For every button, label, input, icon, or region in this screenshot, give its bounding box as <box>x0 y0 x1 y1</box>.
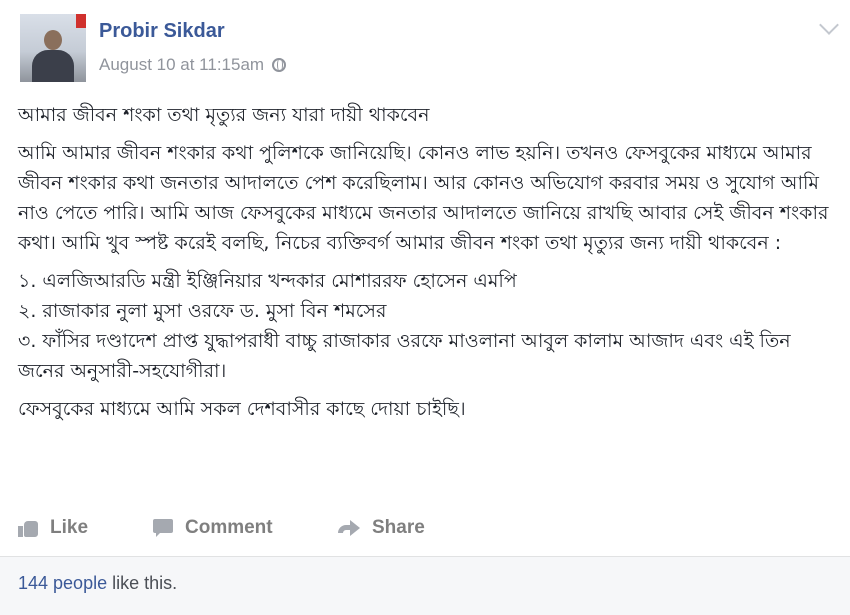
likes-suffix: like this. <box>107 573 178 593</box>
globe-icon[interactable] <box>272 58 287 72</box>
list-item: ৩. ফাঁসির দণ্ডাদেশ প্রাপ্ত যুদ্ধাপরাধী ব… <box>18 330 791 382</box>
post-closing: ফেসবুকের মাধ্যমে আমি সকল দেশবাসীর কাছে দ… <box>18 398 466 420</box>
post-body: আমার জীবন শংকা তথা মৃত্যুর জন্য যারা দায… <box>18 100 830 432</box>
post-heading: আমার জীবন শংকা তথা মৃত্যুর জন্য যারা দায… <box>18 104 430 126</box>
chevron-down-icon[interactable] <box>819 15 839 35</box>
post-meta: August 10 at 11:15am <box>99 55 287 75</box>
comment-icon <box>153 519 173 537</box>
avatar-flag-shape <box>76 14 86 28</box>
facebook-post: Probir Sikdar August 10 at 11:15am আমার … <box>0 0 850 615</box>
list-item: ২. রাজাকার নুলা মুসা ওরফে ড. মুসা বিন শম… <box>18 300 387 322</box>
author-name[interactable]: Probir Sikdar <box>99 20 225 43</box>
action-bar: Like Comment Share <box>0 508 850 548</box>
likes-count-link[interactable]: 144 people <box>18 573 107 593</box>
share-icon <box>338 519 360 537</box>
thumbs-up-icon <box>18 519 38 537</box>
post-list: ১. এলজিআরডি মন্ত্রী ইঞ্জিনিয়ার খন্দকার … <box>18 266 830 386</box>
avatar-body-shape <box>32 50 74 82</box>
share-button[interactable]: Share <box>338 517 425 539</box>
like-button[interactable]: Like <box>18 517 88 539</box>
post-timestamp[interactable]: August 10 at 11:15am <box>99 55 264 75</box>
share-label: Share <box>372 517 425 538</box>
avatar[interactable] <box>20 14 86 82</box>
avatar-head-shape <box>44 30 62 50</box>
comment-label: Comment <box>185 517 273 538</box>
like-label: Like <box>50 517 89 538</box>
list-item: ১. এলজিআরডি মন্ত্রী ইঞ্জিনিয়ার খন্দকার … <box>18 270 517 292</box>
likes-footer: 144 people like this. <box>0 556 850 615</box>
post-paragraph: আমি আমার জীবন শংকার কথা পুলিশকে জানিয়েছ… <box>18 142 829 254</box>
comment-button[interactable]: Comment <box>153 517 273 539</box>
likes-summary: 144 people like this. <box>18 573 177 594</box>
